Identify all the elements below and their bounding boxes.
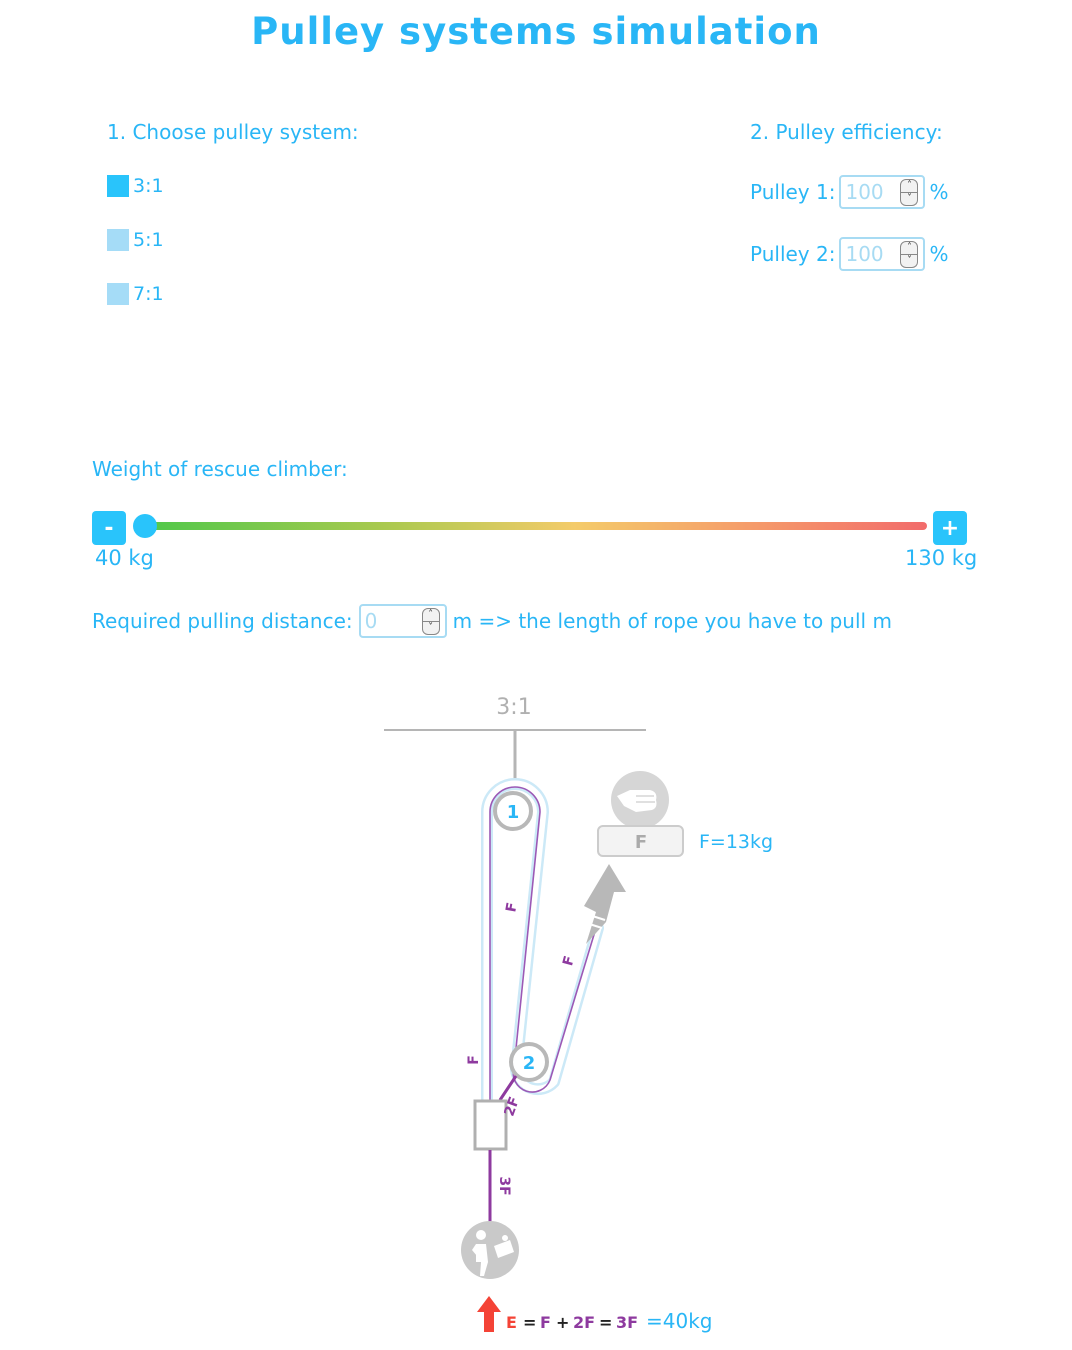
pulley-diagram: 3:1 1 2 F F F 2F 3F F F=13kg E = F + 2F …	[384, 695, 773, 1333]
rope-label-3f: 3F	[496, 1176, 512, 1195]
climber-icon	[461, 1221, 519, 1279]
load-box	[473, 1099, 508, 1151]
equation-e: E	[506, 1313, 517, 1332]
diagram-ratio-label: 3:1	[496, 695, 531, 720]
pulley-1-number: 1	[507, 802, 520, 823]
rope-label-f-1: F	[503, 901, 520, 913]
equation-plus: +	[556, 1313, 569, 1332]
rope-label-f-2: F	[560, 954, 578, 967]
pulley-2-number: 2	[523, 1053, 536, 1074]
rope-label-f-3: F	[466, 1055, 482, 1065]
hand-icon	[611, 771, 669, 829]
force-box-label: F	[635, 832, 647, 853]
page: Pulley systems simulation 1. Choose pull…	[0, 0, 1072, 1350]
equation-2f: 2F	[573, 1313, 595, 1332]
rope-label-2f: 2F	[501, 1095, 523, 1119]
equation-equals-1: =	[523, 1313, 536, 1332]
equation-f: F	[540, 1313, 551, 1332]
equation-result: =40kg	[646, 1309, 712, 1333]
equation-equals-2: =	[599, 1313, 612, 1332]
equation-3f: 3F	[616, 1313, 638, 1332]
effort-arrow-icon	[477, 1296, 501, 1332]
pull-arrow-icon	[582, 864, 626, 944]
force-value: F=13kg	[699, 831, 773, 853]
effort-equation: E = F + 2F = 3F =40kg	[506, 1309, 712, 1333]
